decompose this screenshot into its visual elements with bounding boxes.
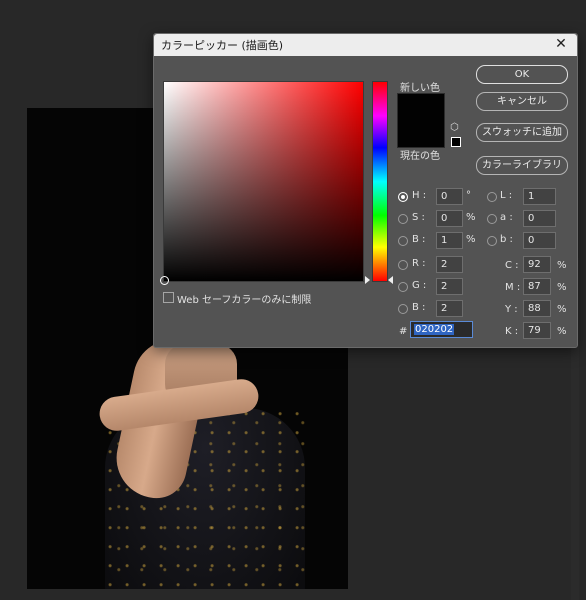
g-input[interactable]: 2 xyxy=(436,278,463,295)
b-input[interactable]: 1 xyxy=(436,232,463,249)
saturation-brightness-field[interactable] xyxy=(160,81,364,285)
s-label: S : xyxy=(412,212,425,223)
c-unit: % xyxy=(557,260,567,271)
dialog-title: カラーピッカー (描画色) xyxy=(161,39,284,52)
lab-b-label: b : xyxy=(500,234,513,245)
g-label: G : xyxy=(412,280,427,291)
l-input[interactable]: 1 xyxy=(523,188,556,205)
radio-b[interactable] xyxy=(398,236,408,246)
k-input[interactable]: 79 xyxy=(523,322,551,339)
color-picker-dialog: カラーピッカー (描画色) ✕ 新しい色 現在の色 ⬡ OK キャンセル スウォ… xyxy=(153,33,578,348)
m-input[interactable]: 87 xyxy=(523,278,551,295)
b-unit: % xyxy=(466,234,476,245)
radio-h[interactable] xyxy=(398,192,408,202)
k-unit: % xyxy=(557,326,567,337)
titlebar: カラーピッカー (描画色) ✕ xyxy=(154,34,577,56)
hue-slider-arrow-left-icon[interactable] xyxy=(365,276,370,284)
radio-s[interactable] xyxy=(398,214,408,224)
y-label: Y : xyxy=(505,304,518,315)
h-input[interactable]: 0 xyxy=(436,188,463,205)
radio-lab-b[interactable] xyxy=(487,236,497,246)
l-label: L : xyxy=(500,190,513,201)
cancel-button[interactable]: キャンセル xyxy=(476,92,568,111)
add-to-swatches-button[interactable]: スウォッチに追加 xyxy=(476,123,568,142)
h-label: H : xyxy=(412,190,427,201)
new-color-label: 新しい色 xyxy=(400,83,440,94)
color-libraries-button[interactable]: カラーライブラリ xyxy=(476,156,568,175)
color-field-cursor[interactable] xyxy=(160,276,169,285)
r-input[interactable]: 2 xyxy=(436,256,463,273)
m-label: M : xyxy=(505,282,521,293)
y-input[interactable]: 88 xyxy=(523,300,551,317)
out-of-gamut-cube-icon[interactable]: ⬡ xyxy=(450,122,459,133)
hue-slider-arrow-right-icon[interactable] xyxy=(388,276,393,284)
hex-input[interactable]: 020202 xyxy=(410,321,473,338)
current-color-swatch[interactable] xyxy=(397,120,445,148)
c-label: C : xyxy=(505,260,519,271)
new-color-swatch xyxy=(397,93,445,122)
k-label: K : xyxy=(505,326,519,337)
current-color-label: 現在の色 xyxy=(400,151,440,162)
a-label: a : xyxy=(500,212,513,223)
radio-a[interactable] xyxy=(487,214,497,224)
hex-label: # xyxy=(399,326,408,337)
close-icon[interactable]: ✕ xyxy=(553,36,569,52)
h-unit: ° xyxy=(466,190,471,201)
y-unit: % xyxy=(557,304,567,315)
radio-g[interactable] xyxy=(398,282,408,292)
radio-rgb-b[interactable] xyxy=(398,304,408,314)
ok-button[interactable]: OK xyxy=(476,65,568,84)
s-input[interactable]: 0 xyxy=(436,210,463,227)
hex-value: 020202 xyxy=(414,324,455,335)
radio-l[interactable] xyxy=(487,192,497,202)
s-unit: % xyxy=(466,212,476,223)
hue-slider[interactable] xyxy=(372,81,388,282)
rgb-b-input[interactable]: 2 xyxy=(436,300,463,317)
lab-b-input[interactable]: 0 xyxy=(523,232,556,249)
c-input[interactable]: 92 xyxy=(523,256,551,273)
r-label: R : xyxy=(412,258,426,269)
a-input[interactable]: 0 xyxy=(523,210,556,227)
b-label: B : xyxy=(412,234,426,245)
web-safe-checkbox[interactable] xyxy=(163,292,174,303)
m-unit: % xyxy=(557,282,567,293)
radio-r[interactable] xyxy=(398,260,408,270)
web-safe-label: Web セーフカラーのみに制限 xyxy=(177,295,312,306)
web-safe-swatch-icon[interactable] xyxy=(451,137,461,147)
rgb-b-label: B : xyxy=(412,302,426,313)
